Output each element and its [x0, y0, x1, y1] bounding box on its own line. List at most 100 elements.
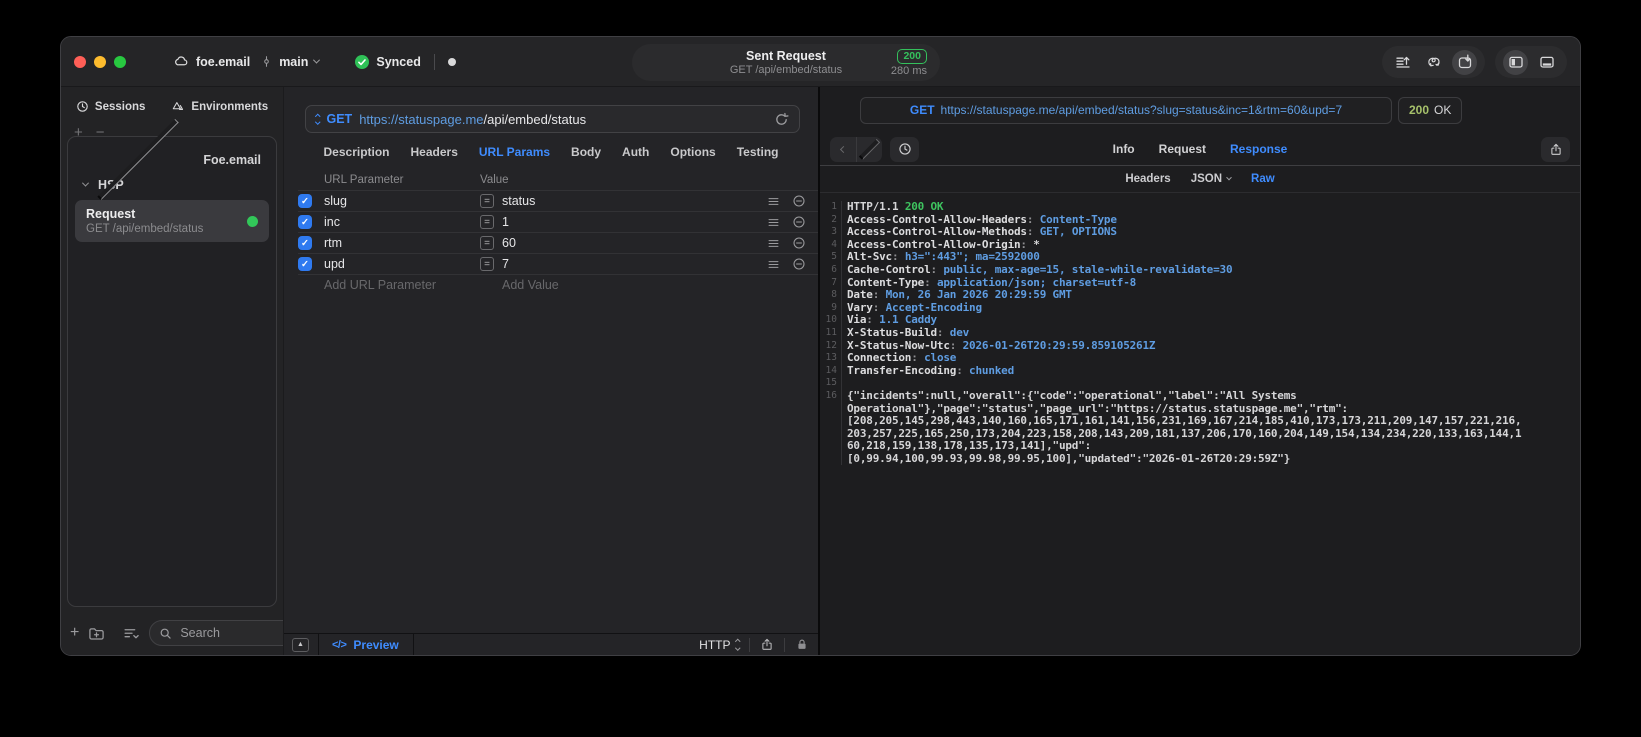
request-tab[interactable]: Options: [670, 145, 715, 159]
history-nav: [830, 136, 882, 162]
param-value-cell[interactable]: 1: [502, 215, 509, 229]
remove-row-button[interactable]: [792, 236, 806, 250]
titlebar[interactable]: foe.email main Synced Sent Request GET /…: [61, 37, 1580, 87]
param-enabled-checkbox[interactable]: ✓: [298, 194, 312, 208]
titlebar-actions: [1382, 46, 1567, 78]
tab-environments[interactable]: Environments: [171, 100, 268, 113]
remove-row-button[interactable]: [792, 215, 806, 229]
request-item-subtitle: GET /api/embed/status: [86, 223, 204, 235]
response-subtab[interactable]: JSON: [1191, 173, 1232, 185]
response-subtab[interactable]: Headers: [1125, 173, 1170, 185]
preview-toggle[interactable]: </> Preview: [332, 638, 399, 652]
response-tab[interactable]: Info: [1113, 142, 1135, 156]
request-duration: 280 ms: [890, 64, 927, 77]
line-number: 4: [831, 238, 837, 250]
param-equals-icon[interactable]: =: [480, 236, 494, 250]
param-value-cell[interactable]: 60: [502, 236, 516, 250]
history-back-button[interactable]: [830, 137, 856, 162]
response-body[interactable]: 1 HTTP/1.1 200 OK 2 Access-Control-Allow…: [820, 194, 1580, 655]
toggle-left-panel-button[interactable]: [1503, 49, 1528, 75]
add-param-row: Add URL Parameter Add Value: [298, 274, 818, 295]
response-tabs: Info Request Response: [1113, 142, 1288, 156]
response-subtabs: Headers JSON Raw: [820, 166, 1580, 193]
param-equals-icon[interactable]: =: [480, 194, 494, 208]
protocol-selector[interactable]: HTTP: [699, 638, 740, 652]
selector-arrows-icon: [734, 639, 740, 650]
row-drag-handle-icon[interactable]: [767, 195, 780, 208]
import-response-button[interactable]: [1452, 49, 1477, 75]
param-name-cell[interactable]: rtm: [324, 236, 480, 250]
request-url-bar[interactable]: GET https://statuspage.me/api/embed/stat…: [305, 105, 800, 133]
sent-request-status-pill[interactable]: Sent Request GET /api/embed/status 200 2…: [632, 44, 940, 81]
response-tab[interactable]: Request: [1159, 142, 1206, 156]
lock-icon[interactable]: [795, 637, 809, 652]
sync-check-icon: [354, 54, 370, 70]
add-param-name-placeholder[interactable]: Add URL Parameter: [324, 278, 480, 292]
history-forward-button[interactable]: [856, 136, 882, 162]
export-response-button[interactable]: [1541, 136, 1570, 162]
minimize-window-button[interactable]: [94, 55, 106, 68]
row-drag-handle-icon[interactable]: [767, 258, 780, 271]
row-drag-handle-icon[interactable]: [767, 216, 780, 229]
param-name-cell[interactable]: inc: [324, 215, 480, 229]
tab-sessions[interactable]: Sessions: [76, 100, 145, 113]
request-method[interactable]: GET: [327, 112, 353, 126]
resend-request-button[interactable]: [774, 112, 789, 127]
param-value-cell[interactable]: status: [502, 194, 535, 208]
new-request-button[interactable]: +: [70, 625, 79, 641]
sidebar-request-item-selected[interactable]: Request GET /api/embed/status: [75, 200, 269, 242]
close-window-button[interactable]: [74, 55, 86, 68]
line-number: 15: [825, 377, 837, 389]
sidebar-group-foe-email[interactable]: Foe.email: [68, 118, 276, 201]
param-equals-icon[interactable]: =: [480, 257, 494, 271]
collapse-panel-button[interactable]: ▲: [292, 637, 309, 652]
param-equals-icon[interactable]: =: [480, 215, 494, 229]
remove-row-button[interactable]: [792, 194, 806, 208]
request-url-input[interactable]: https://statuspage.me/api/embed/status: [359, 112, 586, 127]
response-url-box[interactable]: GET https://statuspage.me/api/embed/stat…: [860, 96, 1392, 124]
response-tab[interactable]: Response: [1230, 142, 1287, 156]
sync-status[interactable]: Synced: [354, 54, 421, 70]
request-order-button[interactable]: [1390, 50, 1415, 75]
param-name-cell[interactable]: upd: [324, 257, 480, 271]
param-enabled-checkbox[interactable]: ✓: [298, 236, 312, 250]
history-clock-button[interactable]: [890, 136, 919, 162]
sort-order-button[interactable]: [123, 625, 140, 642]
request-tab[interactable]: Headers: [411, 145, 458, 159]
param-enabled-checkbox[interactable]: ✓: [298, 257, 312, 271]
request-tab[interactable]: Body: [571, 145, 601, 159]
remove-session-button[interactable]: −: [96, 125, 105, 140]
branch-name: main: [279, 54, 309, 69]
line-number: 1: [831, 201, 837, 212]
response-body-line: 14 Transfer-Encoding: chunked: [820, 364, 1580, 378]
line-number: 8: [831, 289, 837, 301]
request-tab[interactable]: Testing: [737, 145, 779, 159]
row-drag-handle-icon[interactable]: [767, 237, 780, 250]
line-number: 10: [825, 314, 837, 326]
add-session-button[interactable]: +: [74, 125, 83, 140]
param-enabled-checkbox[interactable]: ✓: [298, 215, 312, 229]
response-method: GET: [909, 103, 935, 117]
request-editor-panel: GET https://statuspage.me/api/embed/stat…: [283, 87, 818, 655]
add-param-value-placeholder[interactable]: Add Value: [480, 278, 806, 292]
params-header-row: URL Parameter Value: [298, 170, 818, 190]
status-code-badge: 200: [897, 48, 927, 64]
response-subtab[interactable]: Raw: [1251, 173, 1275, 185]
param-value-cell[interactable]: 7: [502, 257, 509, 271]
request-tab[interactable]: URL Params: [479, 145, 550, 159]
remove-row-button[interactable]: [792, 257, 806, 271]
share-icon[interactable]: [760, 637, 774, 652]
project-switcher[interactable]: foe.email: [173, 54, 250, 69]
chevron-down-icon: [313, 56, 321, 64]
new-folder-button[interactable]: [88, 625, 105, 642]
request-tab[interactable]: Description: [324, 145, 390, 159]
request-tab[interactable]: Auth: [622, 145, 649, 159]
app-window: foe.email main Synced Sent Request GET /…: [60, 36, 1581, 656]
lasso-select-button[interactable]: [1421, 50, 1446, 75]
line-number: 7: [831, 276, 837, 288]
toggle-bottom-panel-button[interactable]: [1534, 50, 1559, 75]
search-icon: [159, 627, 172, 640]
branch-selector[interactable]: main: [260, 54, 321, 69]
param-name-cell[interactable]: slug: [324, 194, 480, 208]
zoom-window-button[interactable]: [114, 55, 126, 68]
